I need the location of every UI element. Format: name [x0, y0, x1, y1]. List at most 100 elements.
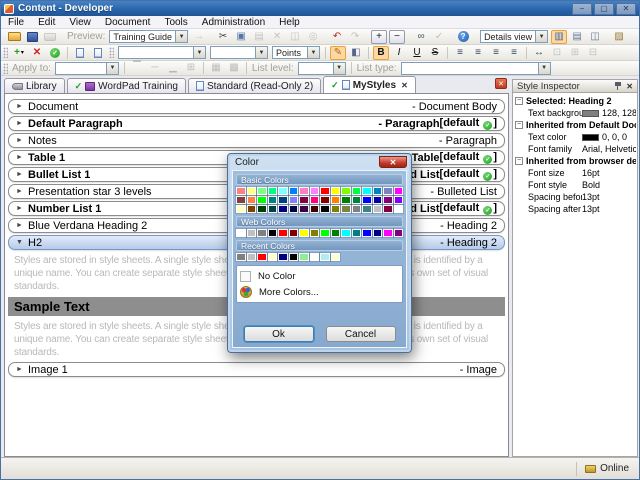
color-swatch[interactable] — [246, 229, 256, 237]
color-swatch[interactable] — [309, 205, 319, 213]
expand-arrow-icon[interactable]: ► — [16, 137, 28, 144]
chevron-down-icon[interactable]: ▼ — [537, 62, 550, 74]
color-swatch[interactable] — [320, 229, 330, 237]
ok-button[interactable]: Ok — [242, 325, 315, 343]
color-swatch[interactable] — [299, 229, 309, 237]
color-swatch[interactable] — [309, 187, 319, 195]
color-swatch[interactable] — [393, 229, 403, 237]
delete-button[interactable]: ✕ — [269, 30, 285, 44]
color-swatch[interactable] — [393, 205, 403, 213]
close-button[interactable]: ✕ — [616, 2, 636, 15]
details-view-button[interactable]: ▥ — [551, 29, 568, 44]
color-swatch[interactable] — [288, 205, 298, 213]
collapse-box-icon[interactable]: − — [515, 157, 523, 165]
color-swatch[interactable] — [267, 196, 277, 204]
color-swatch[interactable] — [246, 253, 256, 261]
style-row-notes[interactable]: ► Notes - Paragraph — [8, 133, 505, 148]
undo-button[interactable]: ↶ — [329, 30, 345, 44]
zoom-out-button[interactable]: − — [389, 29, 406, 44]
expand-arrow-icon[interactable]: ► — [16, 171, 28, 178]
style-inspector-header[interactable]: Style Inspector ✕ — [512, 79, 638, 93]
color-swatch[interactable] — [236, 187, 246, 195]
color-swatch[interactable] — [236, 229, 246, 237]
side-by-side-view-button[interactable]: ◫ — [587, 30, 603, 44]
toolbar-grip[interactable] — [3, 62, 8, 74]
color-swatch[interactable] — [288, 196, 298, 204]
color-swatch[interactable] — [288, 253, 298, 261]
chevron-down-icon[interactable]: ▼ — [105, 62, 118, 74]
fill-color-button[interactable]: ◧ — [348, 46, 364, 60]
menu-edit[interactable]: Edit — [31, 16, 62, 28]
color-swatch[interactable] — [330, 229, 340, 237]
color-swatch[interactable] — [341, 229, 351, 237]
chevron-down-icon[interactable]: ▼ — [175, 31, 188, 42]
dialog-close-button[interactable]: ✕ — [379, 156, 407, 168]
collapse-box-icon[interactable]: − — [515, 97, 523, 105]
color-swatch[interactable] — [236, 253, 246, 261]
menu-document[interactable]: Document — [98, 16, 158, 28]
color-swatch[interactable] — [341, 196, 351, 204]
chevron-down-icon[interactable]: ▼ — [307, 47, 319, 58]
pin-icon[interactable] — [614, 81, 622, 91]
color-swatch[interactable] — [372, 205, 382, 213]
color-swatch[interactable] — [288, 187, 298, 195]
expand-arrow-icon[interactable]: ► — [16, 120, 28, 127]
tab-wordpad-training[interactable]: ✓ WordPad Training — [66, 78, 186, 93]
color-swatch[interactable] — [299, 205, 309, 213]
text-color-button[interactable]: ✎ — [330, 45, 346, 60]
underline-button[interactable]: U — [409, 46, 425, 60]
strikethrough-button[interactable]: S — [427, 46, 443, 60]
color-swatch[interactable] — [278, 205, 288, 213]
color-swatch[interactable] — [267, 205, 277, 213]
view-mode-combo[interactable]: Details view ▼ — [480, 30, 549, 43]
color-swatch[interactable] — [341, 187, 351, 195]
font-family-combo[interactable]: ▼ — [118, 46, 206, 59]
chevron-down-icon[interactable]: ▼ — [332, 62, 345, 74]
expand-arrow-icon[interactable]: ► — [16, 103, 28, 110]
color-swatch[interactable] — [362, 187, 372, 195]
redo-button[interactable]: ↷ — [347, 30, 363, 44]
inspector-group-header[interactable]: − Selected: Heading 2 — [514, 95, 636, 107]
apply-to-combo[interactable]: ▼ — [54, 61, 119, 75]
color-swatch[interactable] — [383, 196, 393, 204]
color-swatch[interactable] — [299, 253, 309, 261]
color-swatch[interactable] — [372, 196, 382, 204]
color-swatch[interactable] — [393, 187, 403, 195]
add-style-button[interactable]: + ▾ — [11, 46, 27, 60]
expand-arrow-icon[interactable]: ► — [16, 222, 28, 229]
expand-arrow-icon[interactable]: ► — [16, 154, 28, 161]
cancel-button[interactable]: Cancel — [325, 326, 396, 342]
color-swatch[interactable] — [330, 205, 340, 213]
refresh-button[interactable]: ↻ — [635, 30, 640, 44]
tab-library[interactable]: Library — [4, 78, 65, 93]
color-swatch[interactable] — [257, 187, 267, 195]
color-swatch[interactable] — [288, 229, 298, 237]
color-swatch[interactable] — [309, 253, 319, 261]
style-row-image-1[interactable]: ► Image 1 - Image — [8, 362, 505, 377]
menu-tools[interactable]: Tools — [157, 16, 194, 28]
char-spacing-button[interactable]: ↔ — [531, 46, 547, 60]
expand-arrow-icon[interactable]: ► — [16, 366, 28, 373]
go-button[interactable]: → — [191, 30, 207, 44]
paste-button[interactable]: ▤ — [251, 30, 267, 44]
color-swatch[interactable] — [330, 187, 340, 195]
border-button[interactable]: ⊟ — [585, 46, 601, 60]
menu-help[interactable]: Help — [272, 16, 307, 28]
color-swatch[interactable] — [278, 253, 288, 261]
tab-standard-read-only-2-[interactable]: Standard (Read-Only 2) — [187, 78, 322, 93]
tab-mystyles[interactable]: ✓ MyStyles ✕ — [323, 76, 416, 93]
chevron-down-icon[interactable]: ▼ — [255, 47, 267, 58]
margin-button[interactable]: ⊞ — [567, 46, 583, 60]
inspector-group-header[interactable]: −Inherited from Default Document — [514, 119, 636, 131]
color-swatch[interactable] — [320, 205, 330, 213]
merge-cells-button[interactable]: ⊞ — [183, 61, 199, 75]
color-swatch[interactable] — [278, 196, 288, 204]
title-bar[interactable]: Content - Developer − ▢ ✕ — [1, 1, 639, 16]
table-borders-button[interactable]: ▩ — [226, 61, 242, 75]
chevron-down-icon[interactable]: ▼ — [193, 47, 205, 58]
expand-arrow-icon[interactable]: ► — [16, 205, 28, 212]
browse-button[interactable]: ◎ — [305, 30, 321, 44]
split-view-button[interactable]: ▤ — [569, 30, 585, 44]
color-swatch[interactable] — [320, 187, 330, 195]
open-button[interactable] — [6, 30, 22, 44]
